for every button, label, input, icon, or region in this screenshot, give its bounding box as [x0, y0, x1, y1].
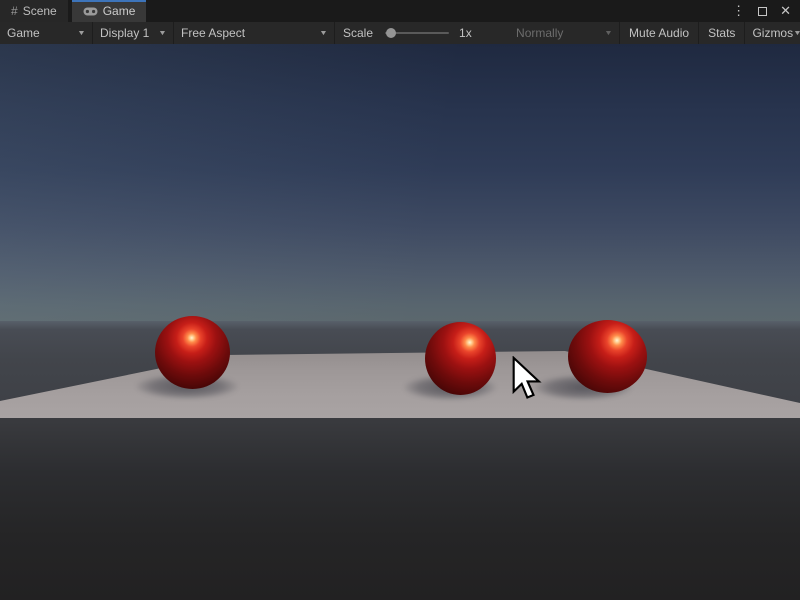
gizmos-dropdown[interactable]: Gizmos ▼ [745, 22, 800, 44]
play-mode-dropdown-label: Normally [516, 26, 563, 40]
scale-slider-thumb[interactable] [386, 28, 396, 38]
chevron-down-icon: ▼ [604, 30, 613, 37]
mouse-cursor [512, 356, 542, 402]
game-viewport[interactable] [0, 44, 800, 600]
aspect-ratio-dropdown[interactable]: Free Aspect ▼ [174, 22, 334, 44]
play-mode-dropdown: Normally ▼ [509, 22, 619, 44]
scale-slider[interactable] [385, 32, 449, 34]
gizmos-dropdown-label: Gizmos [752, 26, 793, 40]
panel-tab-bar: # Scene Game ⋮ ✕ [0, 0, 800, 22]
tab-scene[interactable]: # Scene [0, 0, 68, 22]
game-view-toolbar: Game ▼ Display 1 ▼ Free Aspect ▼ Scale 1… [0, 22, 800, 44]
foreground-ground [0, 418, 800, 600]
maximize-icon[interactable] [758, 7, 767, 16]
mute-audio-button[interactable]: Mute Audio [620, 22, 698, 44]
aspect-ratio-dropdown-label: Free Aspect [181, 26, 245, 40]
game-target-dropdown-label: Game [7, 26, 40, 40]
close-icon[interactable]: ✕ [780, 3, 791, 19]
red-sphere [568, 320, 647, 393]
toolbar-separator [334, 22, 335, 44]
chevron-down-icon: ▼ [319, 30, 328, 37]
scale-control: Scale 1x [343, 26, 479, 40]
sky-gradient [0, 44, 800, 325]
gamepad-icon [83, 7, 98, 16]
chevron-down-icon: ▼ [793, 30, 800, 37]
display-dropdown-label: Display 1 [100, 26, 149, 40]
red-sphere [425, 322, 496, 395]
window-controls: ⋮ ✕ [732, 0, 800, 22]
scale-label: Scale [343, 26, 373, 40]
scene-grid-icon: # [11, 5, 18, 17]
display-dropdown[interactable]: Display 1 ▼ [93, 22, 173, 44]
tab-game[interactable]: Game [72, 0, 147, 22]
chevron-down-icon: ▼ [77, 30, 86, 37]
panel-menu-icon[interactable]: ⋮ [732, 3, 745, 19]
scale-value: 1x [459, 26, 479, 40]
stats-label: Stats [708, 26, 735, 40]
stats-button[interactable]: Stats [699, 22, 744, 44]
chevron-down-icon: ▼ [158, 30, 167, 37]
game-target-dropdown[interactable]: Game ▼ [0, 22, 92, 44]
tab-scene-label: Scene [23, 4, 57, 18]
tab-game-label: Game [103, 4, 136, 18]
red-sphere [155, 316, 230, 389]
mute-audio-label: Mute Audio [629, 26, 689, 40]
